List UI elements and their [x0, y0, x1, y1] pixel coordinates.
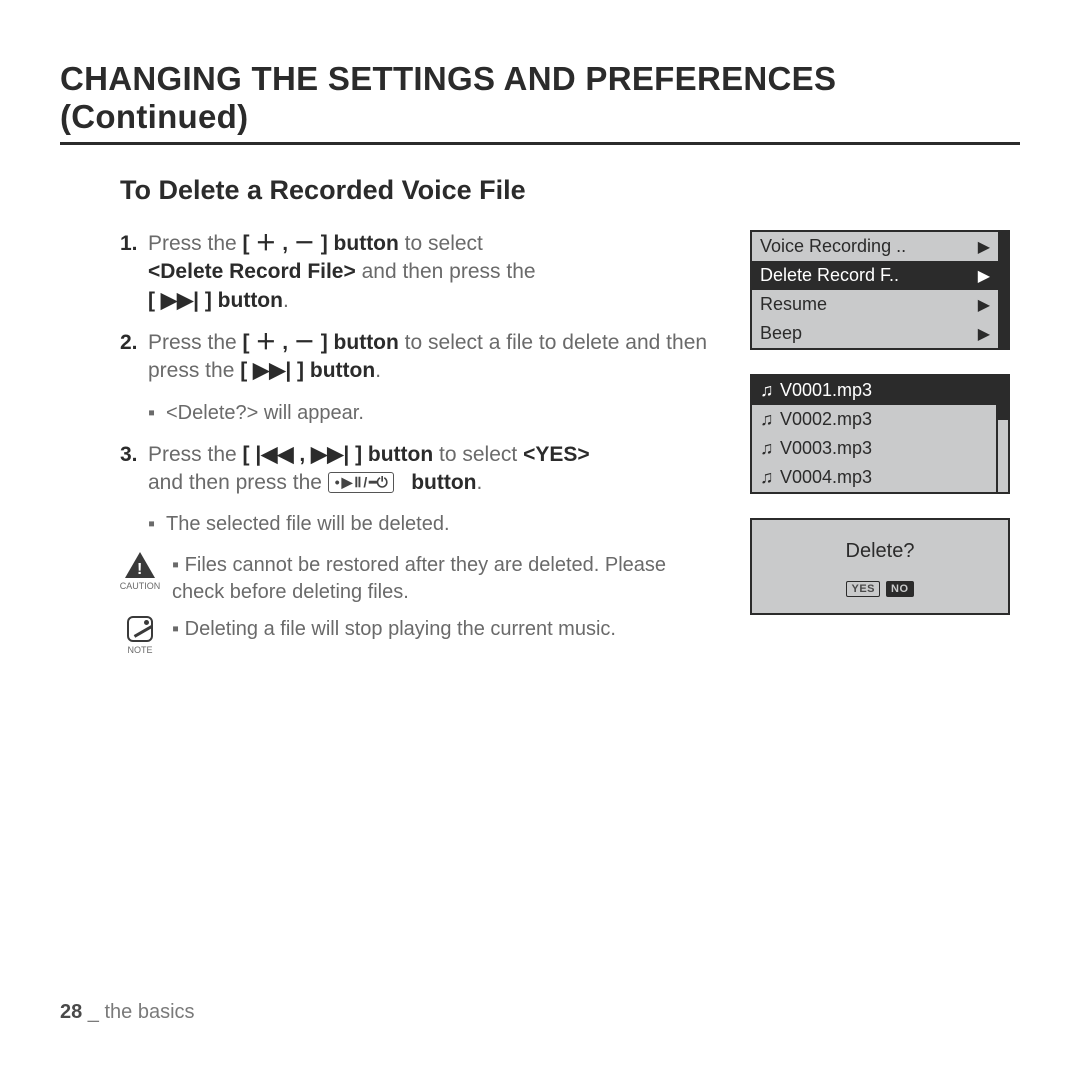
- text: and then press the: [148, 471, 328, 494]
- text: Press the: [148, 331, 243, 354]
- delete-prompt: Delete?: [846, 540, 915, 563]
- yes-no-buttons: YES NO: [846, 581, 913, 597]
- file-row[interactable]: ♫ V0003.mp3: [752, 434, 996, 463]
- step-body: Press the [ |◀◀ , ▶▶| ] button to select…: [148, 441, 720, 498]
- file-name: V0003.mp3: [780, 438, 872, 459]
- step-body: Press the [ ＋ , － ] button to select a f…: [148, 329, 720, 386]
- caution-label: CAUTION: [120, 580, 161, 592]
- file-name: V0004.mp3: [780, 467, 872, 488]
- chevron-right-icon: ▶: [978, 237, 990, 257]
- step-3: 3. Press the [ |◀◀ , ▶▶| ] button to sel…: [120, 441, 720, 498]
- prev-next-button-ref: [ |◀◀ , ▶▶| ] button: [243, 443, 434, 466]
- music-note-icon: ♫: [760, 438, 774, 459]
- scrollbar[interactable]: [996, 376, 1008, 492]
- bullet-icon: ▪: [172, 618, 179, 640]
- menu-item-resume[interactable]: Resume ▶: [752, 290, 998, 319]
- section-title: To Delete a Recorded Voice File: [120, 175, 1020, 206]
- footer-section: the basics: [105, 1001, 195, 1023]
- text: button: [411, 471, 476, 494]
- note-icon-wrap: NOTE: [120, 616, 160, 656]
- step-1: 1. Press the [ ＋ , － ] button to select …: [120, 230, 720, 315]
- menu-item-voice-recording[interactable]: Voice Recording .. ▶: [752, 232, 998, 261]
- menu-label: Voice Recording ..: [760, 236, 906, 257]
- page-title: CHANGING THE SETTINGS AND PREFERENCES (C…: [60, 60, 1020, 145]
- next-button-ref: [ ▶▶| ] button: [240, 359, 375, 382]
- text: .: [283, 289, 289, 312]
- file-name: V0001.mp3: [780, 380, 872, 401]
- menu-label: Beep: [760, 323, 802, 344]
- note-text: Deleting a file will stop playing the cu…: [185, 618, 616, 640]
- file-row[interactable]: ♫ V0002.mp3: [752, 405, 996, 434]
- bullet-icon: ▪: [148, 400, 166, 427]
- file-name: V0002.mp3: [780, 409, 872, 430]
- yes-ref: <YES>: [523, 443, 590, 466]
- chevron-right-icon: ▶: [978, 295, 990, 315]
- menu-label: Resume: [760, 294, 827, 315]
- step-number: 2.: [120, 329, 148, 386]
- scrollbar[interactable]: [998, 232, 1008, 348]
- menu-item-delete-record-file[interactable]: Delete Record F.. ▶: [752, 261, 998, 290]
- text: .: [375, 359, 381, 382]
- text: .: [477, 471, 483, 494]
- sub-text: The selected file will be deleted.: [166, 511, 450, 538]
- step-body: Press the [ ＋ , － ] button to select <De…: [148, 230, 720, 315]
- settings-menu-screen: Voice Recording .. ▶ Delete Record F.. ▶…: [750, 230, 1010, 350]
- step-2: 2. Press the [ ＋ , － ] button to select …: [120, 329, 720, 386]
- play-pause-power-button-icon: • ▶ ⅠⅠ / ━⏻: [328, 472, 394, 493]
- music-note-icon: ♫: [760, 409, 774, 430]
- music-note-icon: ♫: [760, 380, 774, 401]
- warning-triangle-icon: [125, 552, 155, 578]
- file-list-screen: ♫ V0001.mp3 ♫ V0002.mp3 ♫ V0003.mp3 ♫ V0…: [750, 374, 1010, 494]
- file-row[interactable]: ♫ V0004.mp3: [752, 463, 996, 492]
- plus-minus-button-ref: [ ＋ , － ] button: [243, 331, 399, 354]
- bullet-icon: ▪: [148, 511, 166, 538]
- yes-button[interactable]: YES: [846, 581, 880, 597]
- page-number: 28: [60, 1001, 82, 1023]
- text: Press the: [148, 232, 243, 255]
- caution-callout: CAUTION ▪ Files cannot be restored after…: [120, 552, 720, 606]
- settings-menu-list: Voice Recording .. ▶ Delete Record F.. ▶…: [752, 232, 998, 348]
- caution-text: Files cannot be restored after they are …: [172, 554, 666, 603]
- step-2-sub: ▪ <Delete?> will appear.: [148, 400, 720, 427]
- page-footer: 28 _ the basics: [60, 1001, 195, 1024]
- caution-icon: CAUTION: [120, 552, 160, 592]
- chevron-right-icon: ▶: [978, 324, 990, 344]
- next-button-ref: [ ▶▶| ] button: [148, 289, 283, 312]
- menu-item-ref: <Delete Record File>: [148, 260, 356, 283]
- step-number: 3.: [120, 441, 148, 498]
- footer-separator: _: [82, 1001, 104, 1023]
- music-note-icon: ♫: [760, 467, 774, 488]
- menu-item-beep[interactable]: Beep ▶: [752, 319, 998, 348]
- menu-label: Delete Record F..: [760, 265, 899, 286]
- plus-minus-button-ref: [ ＋ , － ] button: [243, 232, 399, 255]
- chevron-right-icon: ▶: [978, 266, 990, 286]
- scrollbar-thumb[interactable]: [998, 376, 1008, 420]
- text: to select: [433, 443, 523, 466]
- note-label: NOTE: [127, 644, 152, 656]
- step-3-sub: ▪ The selected file will be deleted.: [148, 511, 720, 538]
- no-button[interactable]: NO: [886, 581, 914, 597]
- bullet-icon: ▪: [172, 554, 179, 576]
- file-row[interactable]: ♫ V0001.mp3: [752, 376, 996, 405]
- note-callout: NOTE ▪ Deleting a file will stop playing…: [120, 616, 720, 656]
- step-number: 1.: [120, 230, 148, 315]
- pencil-note-icon: [127, 616, 153, 642]
- instructions: 1. Press the [ ＋ , － ] button to select …: [120, 230, 720, 667]
- device-screens: Voice Recording .. ▶ Delete Record F.. ▶…: [750, 230, 1020, 667]
- text: and then press the: [356, 260, 536, 283]
- text: to select: [399, 232, 483, 255]
- file-list: ♫ V0001.mp3 ♫ V0002.mp3 ♫ V0003.mp3 ♫ V0…: [752, 376, 996, 492]
- text: Press the: [148, 443, 243, 466]
- delete-confirm-screen: Delete? YES NO: [750, 518, 1010, 615]
- sub-text: <Delete?> will appear.: [166, 400, 364, 427]
